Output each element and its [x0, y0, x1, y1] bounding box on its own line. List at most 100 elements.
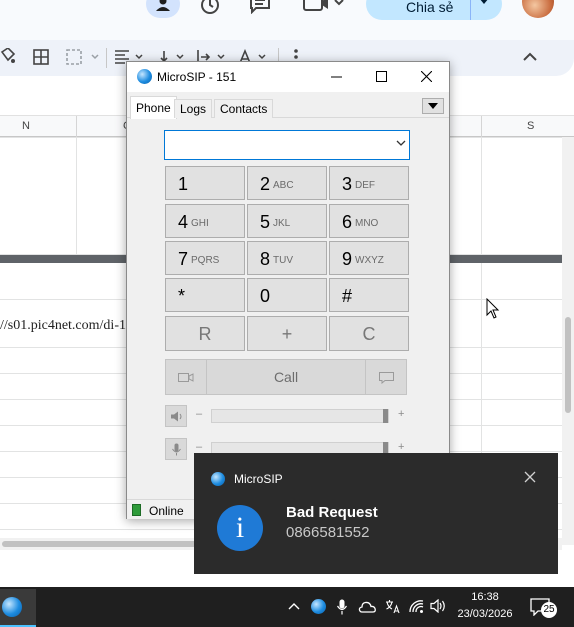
- mic-volume-minus: –: [196, 441, 203, 453]
- video-call-button[interactable]: [165, 359, 207, 395]
- window-title: MicroSIP - 151: [157, 70, 237, 84]
- microphone-icon: [172, 443, 181, 456]
- status-text: Online: [149, 504, 184, 518]
- key-digit: #: [342, 286, 353, 306]
- tab-phone[interactable]: Phone: [130, 96, 177, 119]
- key-digit: 9: [342, 249, 353, 269]
- maximize-icon: [376, 71, 387, 82]
- info-icon: i: [217, 505, 263, 551]
- column-header-n[interactable]: N: [22, 120, 30, 132]
- call-button[interactable]: Call: [207, 359, 365, 395]
- mic-mute-button[interactable]: [165, 438, 187, 460]
- speaker-volume-thumb[interactable]: [383, 409, 388, 423]
- wifi-icon[interactable]: [408, 599, 424, 613]
- toast-notification[interactable]: MicroSIP i Bad Request 0866581552: [194, 453, 558, 574]
- key-letters: GHI: [191, 218, 209, 229]
- key-letters: TUV: [273, 255, 293, 266]
- clock-time[interactable]: 16:38: [455, 591, 515, 603]
- tab-logs[interactable]: Logs: [174, 99, 213, 118]
- sheets-top-bar: Chia sẻ: [0, 0, 574, 40]
- merge-cells-icon[interactable]: [66, 49, 100, 65]
- dial-number-field[interactable]: [164, 130, 410, 160]
- input-language-icon[interactable]: [384, 599, 400, 615]
- column-divider[interactable]: [76, 116, 77, 138]
- mouse-pointer-icon: [486, 298, 500, 319]
- close-button[interactable]: [404, 62, 449, 92]
- keypad-key-hash[interactable]: #: [329, 278, 409, 312]
- tab-strip: Phone Logs Contacts: [127, 92, 449, 119]
- tab-contacts[interactable]: Contacts: [214, 99, 274, 118]
- key-digit: 0: [260, 286, 271, 306]
- horizontal-scroll-thumb[interactable]: [2, 541, 202, 547]
- minimize-button[interactable]: [314, 62, 359, 92]
- mic-volume-plus: +: [398, 441, 405, 453]
- notification-count-badge[interactable]: 25: [541, 602, 557, 618]
- vertical-scroll-thumb[interactable]: [565, 317, 571, 413]
- volume-icon[interactable]: [430, 599, 446, 613]
- key-digit: 1: [178, 174, 189, 194]
- clock-date[interactable]: 23/03/2026: [455, 608, 515, 620]
- keypad-key-3[interactable]: 3 DEF: [329, 166, 409, 200]
- collapse-menus-icon[interactable]: [523, 52, 537, 62]
- message-button[interactable]: [365, 359, 407, 395]
- history-icon[interactable]: [199, 0, 221, 16]
- key-letters: WXYZ: [355, 255, 384, 266]
- microsip-tray-icon[interactable]: [311, 599, 326, 614]
- close-icon: [421, 71, 432, 82]
- speaker-mute-button[interactable]: [165, 405, 187, 427]
- taskbar-microsip-button[interactable]: [0, 589, 36, 627]
- keypad-key-7[interactable]: 7 PQRS: [165, 241, 245, 275]
- column-header-s[interactable]: S: [527, 120, 534, 132]
- grid-line: [76, 137, 77, 255]
- key-digit: 4: [178, 212, 189, 232]
- keypad-key-6[interactable]: 6 MNO: [329, 204, 409, 238]
- online-status-icon: [132, 504, 141, 516]
- toast-body: 0866581552: [286, 524, 370, 541]
- share-button[interactable]: Chia sẻ: [366, 0, 502, 20]
- plus-button[interactable]: +: [247, 316, 327, 351]
- toast-app-name: MicroSIP: [234, 472, 283, 486]
- share-dropdown-icon[interactable]: [479, 0, 489, 4]
- video-camera-icon: [178, 373, 194, 382]
- taskbar: 16:38 23/03/2026 25: [0, 587, 574, 627]
- keypad-key-0[interactable]: 0: [247, 278, 327, 312]
- redial-button[interactable]: R: [165, 316, 245, 351]
- keypad-key-star[interactable]: *: [165, 278, 245, 312]
- cell-link-text[interactable]: //s01.pic4net.com/di-1: [0, 318, 126, 334]
- key-digit: 2: [260, 174, 271, 194]
- onedrive-cloud-icon[interactable]: [358, 599, 376, 615]
- avatar[interactable]: [522, 0, 554, 18]
- keypad-key-5[interactable]: 5 JKL: [247, 204, 327, 238]
- borders-icon[interactable]: [33, 49, 49, 65]
- vertical-scrollbar[interactable]: [562, 137, 574, 545]
- paint-format-icon[interactable]: [0, 48, 16, 66]
- key-digit: 6: [342, 212, 353, 232]
- comment-icon[interactable]: [249, 0, 271, 14]
- info-glyph: i: [235, 511, 245, 544]
- key-letters: ABC: [273, 180, 294, 191]
- clear-button[interactable]: C: [329, 316, 409, 351]
- microsip-logo-icon: [2, 597, 22, 617]
- keypad-key-9[interactable]: 9 WXYZ: [329, 241, 409, 275]
- microphone-icon[interactable]: [337, 599, 347, 615]
- key-digit: *: [178, 286, 186, 306]
- microsip-logo-icon: [137, 69, 152, 84]
- speaker-volume-slider[interactable]: [211, 409, 389, 423]
- column-divider[interactable]: [481, 116, 482, 138]
- keypad-key-8[interactable]: 8 TUV: [247, 241, 327, 275]
- show-hidden-icons-icon[interactable]: [288, 602, 300, 610]
- keypad-key-1[interactable]: 1: [165, 166, 245, 200]
- main-menu-button[interactable]: [422, 98, 444, 114]
- meet-icon[interactable]: [303, 0, 345, 12]
- keypad-key-2[interactable]: 2 ABC: [247, 166, 327, 200]
- close-icon[interactable]: [524, 471, 536, 483]
- chevron-down-icon[interactable]: [396, 139, 406, 147]
- key-digit: 3: [342, 174, 353, 194]
- speaker-icon: [171, 411, 182, 422]
- maximize-button[interactable]: [359, 62, 404, 92]
- microsip-title-bar[interactable]: MicroSIP - 151: [127, 62, 449, 92]
- share-label: Chia sẻ: [406, 0, 454, 15]
- account-switch-button[interactable]: [146, 0, 180, 18]
- keypad-key-4[interactable]: 4 GHI: [165, 204, 245, 238]
- microsip-window: MicroSIP - 151 Phone Logs Contacts 1 2 AB…: [126, 61, 450, 519]
